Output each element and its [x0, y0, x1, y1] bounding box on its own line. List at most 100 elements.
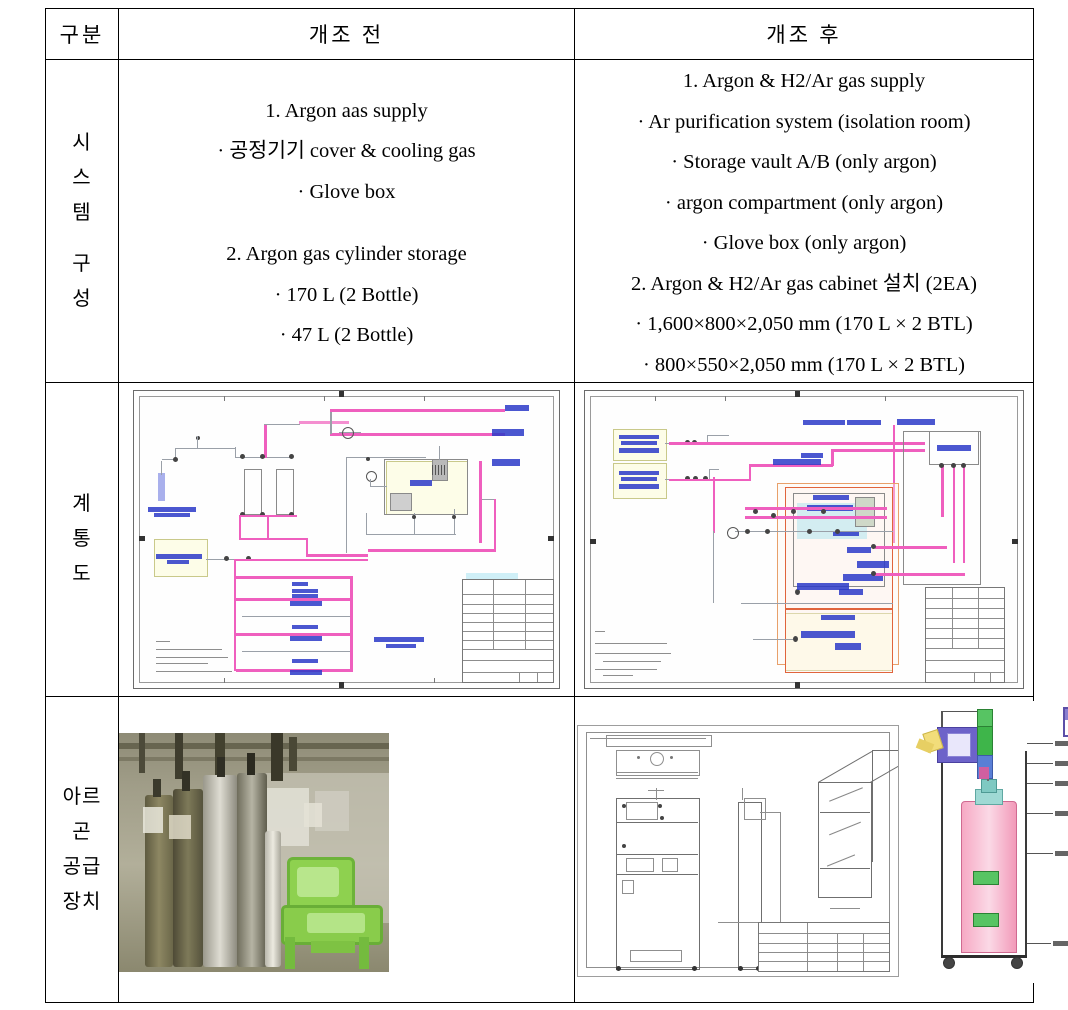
spec-line: · Glove box (only argon)	[701, 232, 907, 254]
pipe-run	[330, 409, 505, 412]
gas-cylinder	[203, 775, 237, 967]
equipment-label	[619, 471, 659, 475]
table-header-row: 구분 개조 전 개조 후	[45, 8, 1034, 60]
spec-line: · Glove box	[297, 180, 396, 203]
table-row-pid: 계 통 도	[45, 382, 1034, 697]
argon-supply-pid-after	[584, 390, 1024, 689]
page-root: 구분 개조 전 개조 후 시 스 템 구 성 1. Argon aas supp…	[0, 0, 1068, 1010]
equipment-label	[619, 448, 659, 453]
green-chair	[281, 857, 383, 969]
equipment-label	[801, 631, 855, 638]
title-block	[462, 579, 554, 683]
gas-cabinet-symbol	[613, 463, 667, 499]
row-label-line: 통	[72, 528, 92, 550]
equipment-label	[801, 453, 823, 458]
cell-system-config-after: 1. Argon & H2/Ar gas supply · Ar purific…	[574, 59, 1034, 383]
row-label-line: 도	[72, 563, 92, 585]
equipment-figures-wrapper	[575, 697, 1068, 1002]
equipment-label	[292, 589, 318, 593]
area-label	[897, 419, 935, 425]
row-label-line: 시	[72, 131, 92, 154]
row-label-line: 곤	[72, 820, 92, 843]
gas-cylinder-room-photo	[119, 733, 389, 972]
spec-line: · 47 L (2 Bottle)	[279, 324, 414, 346]
equipment-tag	[292, 582, 308, 586]
equipment-label	[821, 615, 855, 620]
equipment-label	[835, 643, 861, 650]
equipment-label	[154, 513, 190, 517]
gas-cabinet-annotated-illustration	[915, 701, 1068, 983]
equipment-label	[621, 441, 657, 445]
header-cell-after: 개조 후	[574, 8, 1034, 60]
purifier-tower	[244, 469, 262, 515]
gas-cylinder	[237, 773, 267, 967]
equipment-label	[619, 435, 659, 439]
spec-spacer	[119, 202, 574, 224]
cell-pid-before	[118, 382, 575, 697]
equipment-label	[292, 594, 318, 598]
spec-line: · Storage vault A/B (only argon)	[671, 151, 937, 173]
cell-argon-equipment-before	[118, 696, 575, 1003]
argon-supply-pid-before	[133, 390, 560, 689]
equipment-label	[290, 601, 322, 606]
equipment-label	[374, 637, 424, 642]
equipment-label	[813, 495, 849, 500]
equipment-label	[619, 484, 659, 489]
row-label-line: 아르	[62, 785, 102, 808]
row-label-spacer	[46, 231, 118, 247]
pipe-run	[330, 433, 505, 436]
equipment-tag	[492, 459, 520, 466]
cylinder-symbol	[158, 473, 165, 501]
area-label	[803, 420, 845, 425]
table-row-system-config: 시 스 템 구 성 1. Argon aas supply · 공정기기 cov…	[45, 59, 1034, 383]
gas-cylinder	[265, 831, 281, 967]
purifier-tower	[276, 469, 294, 515]
pid-before-wrapper	[119, 383, 574, 696]
spec-line: · Ar purification system (isolation room…	[637, 110, 971, 133]
spec-line: · 공정기기 cover & cooling gas	[217, 140, 476, 162]
equipment-tag	[492, 429, 524, 436]
row-label-line: 공급	[62, 855, 102, 878]
cell-argon-equipment-after	[574, 696, 1068, 1003]
row-label-line: 스	[72, 166, 92, 189]
equipment-tag	[505, 405, 529, 411]
equipment-label	[621, 477, 657, 481]
spec-line: 2. Argon gas cylinder storage	[226, 243, 467, 265]
equipment-label	[857, 561, 889, 568]
gas-cabinet-symbol	[613, 429, 667, 461]
spec-line: 1. Argon & H2/Ar gas supply	[682, 70, 926, 92]
cell-system-config-before: 1. Argon aas supply · 공정기기 cover & cooli…	[118, 59, 575, 383]
title-block	[925, 587, 1005, 683]
header-label-before: 개조 전	[308, 23, 385, 47]
pid-after-wrapper	[575, 383, 1033, 696]
equipment-label	[156, 554, 202, 559]
pipe-run	[299, 421, 349, 424]
row-label-argon-equipment: 아르 곤 공급 장치	[45, 696, 119, 1003]
equipment-label	[847, 547, 871, 553]
header-label-after: 개조 후	[766, 23, 842, 47]
cell-pid-after	[574, 382, 1034, 697]
equipment-label	[386, 644, 416, 648]
spec-line: · argon compartment (only argon)	[664, 191, 944, 214]
equipment-label	[773, 459, 821, 465]
spec-line: · 800×550×2,050 mm (170 L × 2 BTL)	[642, 353, 966, 376]
gas-cabinet-cad-drawing	[577, 725, 899, 977]
header-label-category: 구분	[59, 23, 105, 47]
title-block	[758, 922, 890, 972]
equipment-label	[290, 636, 322, 641]
equipment-label	[290, 670, 322, 675]
equipment-label	[292, 625, 318, 629]
row-label-line: 성	[72, 287, 92, 310]
row-label-line: 템	[72, 201, 92, 224]
equipment-label	[410, 480, 432, 486]
row-label-line: 계	[72, 493, 92, 515]
photo-wrapper	[119, 697, 574, 1002]
header-cell-category: 구분	[45, 8, 119, 60]
spec-line: 2. Argon & H2/Ar gas cabinet 설치 (2EA)	[631, 272, 977, 295]
row-label-system-config: 시 스 템 구 성	[45, 59, 119, 383]
equipment-label	[167, 560, 189, 564]
equipment-label	[839, 589, 863, 595]
comparison-table: 구분 개조 전 개조 후 시 스 템 구 성 1. Argon aas supp…	[45, 8, 1068, 1003]
area-label	[847, 420, 881, 425]
header-cell-before: 개조 전	[118, 8, 575, 60]
